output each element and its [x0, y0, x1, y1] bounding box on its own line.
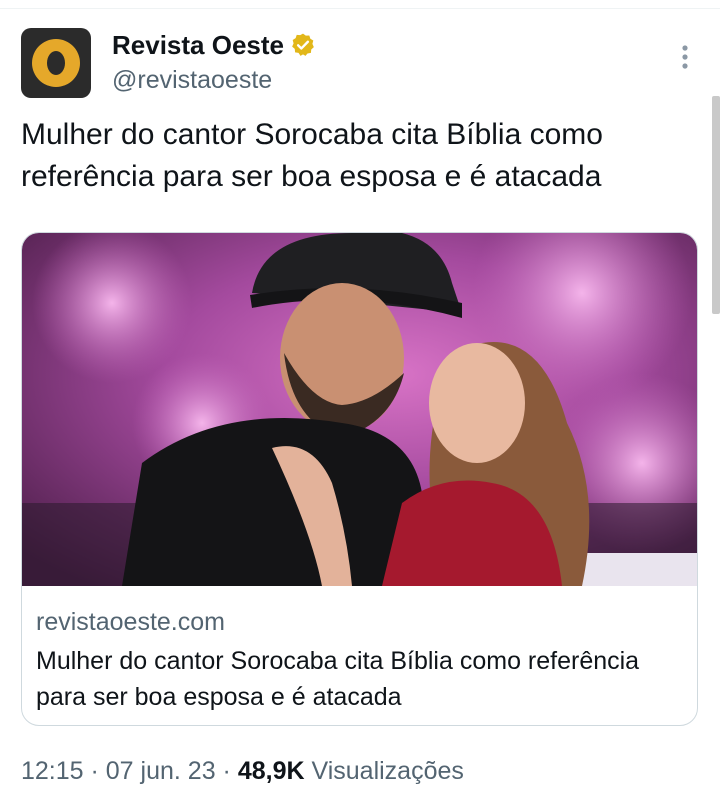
- scrollbar[interactable]: [712, 96, 720, 314]
- views-count[interactable]: 48,9K: [238, 757, 305, 785]
- views-label[interactable]: Visualizações: [305, 757, 463, 785]
- more-options-icon[interactable]: [674, 42, 696, 72]
- verified-badge-icon: [292, 33, 314, 56]
- separator: ·: [215, 757, 238, 785]
- tweet-meta: 12:15 · 07 jun. 23 · 48,9K Visualizações: [21, 754, 464, 788]
- author-display-name[interactable]: Revista Oeste: [112, 28, 284, 62]
- link-card-title: Mulher do cantor Sorocaba cita Bíblia co…: [36, 647, 640, 711]
- logo-icon: [32, 39, 80, 87]
- top-divider: [0, 0, 720, 9]
- link-card-meta: revistaoeste.com Mulher do cantor Soroca…: [36, 605, 686, 715]
- author-name-row: Revista Oeste: [112, 28, 316, 62]
- tweet-time[interactable]: 12:15: [21, 757, 84, 785]
- tweet-text: Mulher do cantor Sorocaba cita Bíblia co…: [21, 118, 603, 193]
- tweet-date[interactable]: 07 jun. 23: [106, 757, 216, 785]
- link-card-domain: revistaoeste.com: [36, 608, 225, 636]
- avatar[interactable]: [21, 28, 91, 98]
- author-handle[interactable]: @revistaoeste: [112, 64, 272, 96]
- article-image: [22, 233, 697, 586]
- separator: ·: [83, 757, 106, 785]
- link-card[interactable]: revistaoeste.com Mulher do cantor Soroca…: [21, 232, 698, 726]
